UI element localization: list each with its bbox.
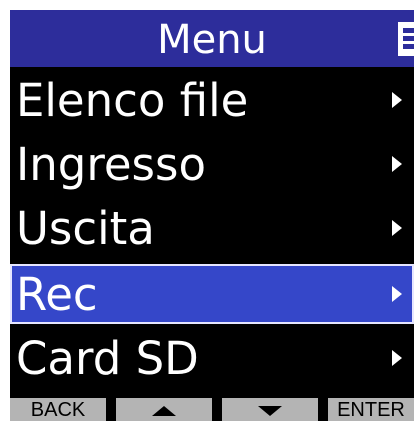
battery-level-bar <box>403 36 414 41</box>
down-softkey[interactable] <box>222 398 318 421</box>
menu-item-label: Elenco file <box>16 74 249 127</box>
enter-softkey[interactable]: ENTER <box>328 398 414 421</box>
battery-icon <box>398 22 414 56</box>
device-screen: Menu Elenco file Ingresso Uscita Rec Car… <box>10 10 414 421</box>
triangle-down-icon <box>258 405 282 416</box>
chevron-right-icon <box>392 92 402 108</box>
back-softkey[interactable]: BACK <box>10 398 106 421</box>
menu-item-ingresso[interactable]: Ingresso <box>10 134 414 194</box>
menu-item-label: Ingresso <box>16 138 206 191</box>
menu-item-label: Uscita <box>16 202 155 255</box>
menu-item-label: Card SD <box>16 332 199 385</box>
softkey-bar: BACK ENTER <box>10 398 414 421</box>
triangle-up-icon <box>152 405 176 416</box>
battery-level-bar <box>403 44 414 49</box>
title-bar: Menu <box>10 10 414 67</box>
menu-item-elenco-file[interactable]: Elenco file <box>10 70 414 130</box>
chevron-right-icon <box>392 220 402 236</box>
menu-item-rec[interactable]: Rec <box>10 264 414 324</box>
battery-level-bar <box>403 28 414 33</box>
menu-item-card-sd[interactable]: Card SD <box>10 328 414 388</box>
menu-item-uscita[interactable]: Uscita <box>10 198 414 258</box>
up-softkey[interactable] <box>116 398 212 421</box>
chevron-right-icon <box>392 286 402 302</box>
chevron-right-icon <box>392 156 402 172</box>
screen-title: Menu <box>157 17 267 63</box>
chevron-right-icon <box>392 350 402 366</box>
menu-item-label: Rec <box>16 268 98 321</box>
